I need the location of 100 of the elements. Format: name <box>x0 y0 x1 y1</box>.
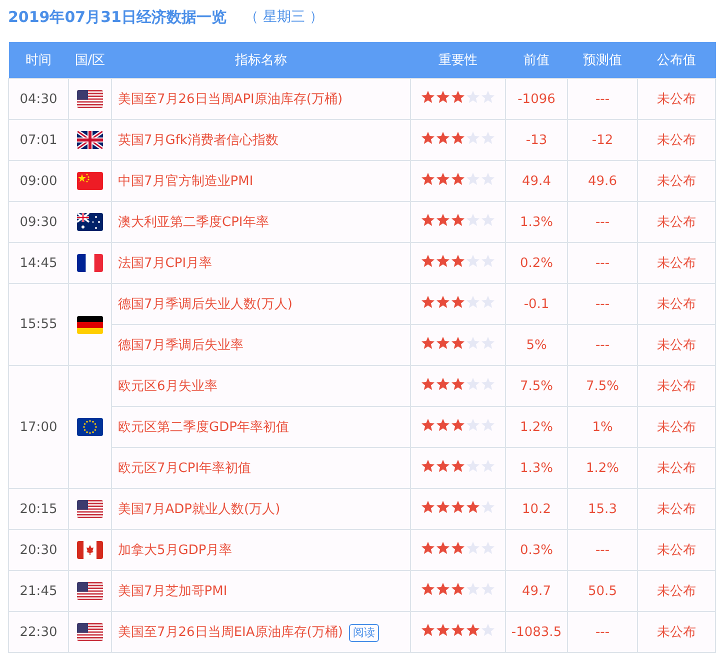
flag-icon <box>77 316 103 334</box>
time-cell: 09:30 <box>8 202 68 242</box>
flag-icon <box>77 172 103 190</box>
forecast-value: --- <box>568 530 638 570</box>
previous-value: -1083.5 <box>506 612 568 652</box>
previous-value: 10.2 <box>506 488 568 530</box>
weekday-label: （ 星期三 ） <box>244 8 324 26</box>
flag-icon <box>77 541 103 559</box>
star-icon <box>421 459 435 473</box>
star-icon <box>421 418 435 432</box>
star-icon <box>436 500 450 514</box>
column-header: 时间 <box>8 42 68 78</box>
column-header: 重要性 <box>410 42 506 78</box>
indicator-name: 美国至7月26日当周API原油库存(万桶) <box>118 92 343 107</box>
star-icon <box>451 131 465 145</box>
star-icon <box>481 254 495 268</box>
star-icon <box>436 213 450 227</box>
forecast-value: 1.2% <box>568 448 638 488</box>
read-link[interactable]: 阅读 <box>348 624 379 642</box>
forecast-value: --- <box>568 612 638 652</box>
star-icon <box>481 172 495 186</box>
star-icon <box>481 336 495 350</box>
actual-value: 未公布 <box>638 202 716 242</box>
flag-icon <box>77 90 103 108</box>
star-icon <box>421 377 435 391</box>
star-icon <box>481 213 495 227</box>
indicator-name: 德国7月季调后失业人数(万人) <box>118 297 292 312</box>
previous-value: 0.3% <box>506 530 568 570</box>
star-icon <box>436 582 450 596</box>
forecast-value: 1% <box>568 406 638 448</box>
indicator-name: 澳大利亚第二季度CPI年率 <box>118 215 269 230</box>
flag-icon <box>77 500 103 518</box>
star-icon <box>451 418 465 432</box>
star-icon <box>466 172 480 186</box>
star-icon <box>481 131 495 145</box>
star-icon <box>466 418 480 432</box>
flag-icon <box>77 418 103 436</box>
indicator-name: 欧元区6月失业率 <box>118 379 218 394</box>
star-icon <box>421 500 435 514</box>
forecast-value: --- <box>568 242 638 284</box>
time-cell: 04:30 <box>8 78 68 120</box>
actual-value: 未公布 <box>638 366 716 406</box>
star-icon <box>421 336 435 350</box>
star-icon <box>451 213 465 227</box>
time-cell: 22:30 <box>8 612 68 652</box>
star-icon <box>421 541 435 555</box>
time-cell: 17:00 <box>8 366 68 488</box>
actual-value: 未公布 <box>638 284 716 324</box>
star-icon <box>466 500 480 514</box>
time-cell: 20:30 <box>8 530 68 570</box>
star-icon <box>421 582 435 596</box>
star-icon <box>436 418 450 432</box>
indicator-name: 美国7月芝加哥PMI <box>118 584 228 599</box>
indicator-name: 加拿大5月GDP月率 <box>118 543 232 558</box>
star-icon <box>466 131 480 145</box>
star-icon <box>421 295 435 309</box>
time-cell: 14:45 <box>8 242 68 284</box>
actual-value: 未公布 <box>638 530 716 570</box>
forecast-value: 7.5% <box>568 366 638 406</box>
star-icon <box>481 418 495 432</box>
star-icon <box>436 254 450 268</box>
star-icon <box>466 213 480 227</box>
star-icon <box>481 90 495 104</box>
column-header: 预测值 <box>568 42 638 78</box>
star-icon <box>466 377 480 391</box>
star-icon <box>436 131 450 145</box>
indicator-name: 欧元区第二季度GDP年率初值 <box>118 420 289 435</box>
star-icon <box>421 131 435 145</box>
previous-value: 5% <box>506 324 568 366</box>
actual-value: 未公布 <box>638 570 716 612</box>
actual-value: 未公布 <box>638 448 716 488</box>
forecast-value: -12 <box>568 120 638 160</box>
star-icon <box>481 295 495 309</box>
column-header: 指标名称 <box>112 42 410 78</box>
star-icon <box>451 377 465 391</box>
actual-value: 未公布 <box>638 160 716 202</box>
star-icon <box>481 623 495 637</box>
forecast-value: 50.5 <box>568 570 638 612</box>
star-icon <box>421 254 435 268</box>
column-header: 前值 <box>506 42 568 78</box>
actual-value: 未公布 <box>638 78 716 120</box>
star-icon <box>451 582 465 596</box>
star-icon <box>466 295 480 309</box>
flag-icon <box>77 582 103 600</box>
column-header: 公布值 <box>638 42 716 78</box>
star-icon <box>421 90 435 104</box>
previous-value: -1096 <box>506 78 568 120</box>
star-icon <box>466 459 480 473</box>
indicator-name: 中国7月官方制造业PMI <box>118 174 254 189</box>
star-icon <box>436 90 450 104</box>
flag-icon <box>77 131 103 149</box>
star-icon <box>481 541 495 555</box>
page-title: 2019年07月31日经济数据一览 <box>8 8 226 26</box>
star-icon <box>466 623 480 637</box>
flag-icon <box>77 213 103 231</box>
star-icon <box>436 336 450 350</box>
star-icon <box>466 541 480 555</box>
star-icon <box>436 623 450 637</box>
actual-value: 未公布 <box>638 324 716 366</box>
star-icon <box>421 172 435 186</box>
